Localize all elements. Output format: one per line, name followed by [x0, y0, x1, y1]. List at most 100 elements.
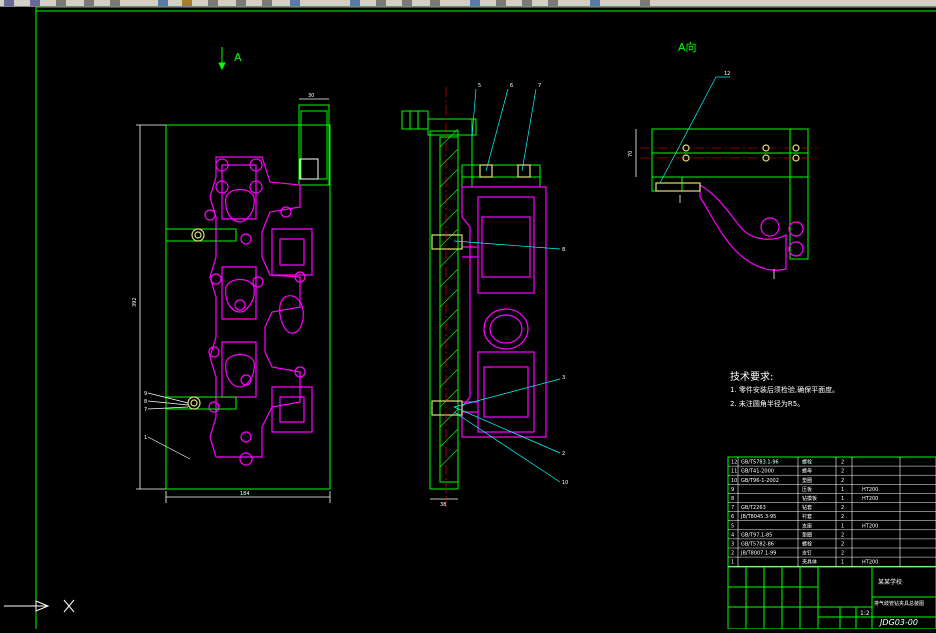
bom-cell-name: 钻套 [802, 504, 812, 511]
bom-cell-qty: 1 [841, 523, 844, 529]
toolbar-button[interactable] [548, 0, 558, 6]
toolbar [0, 0, 936, 7]
toolbar-button[interactable] [4, 0, 14, 6]
drawing-frame [35, 6, 936, 629]
bom-cell-no: 2 [731, 551, 734, 557]
bom-cell-qty: 2 [841, 542, 844, 548]
svg-text:30: 30 [308, 93, 314, 99]
bom-cell-material: HT200 [862, 496, 878, 502]
bom-cell-qty: 2 [841, 514, 844, 520]
svg-text:70: 70 [628, 151, 634, 157]
bom-cell-name: 衬套 [802, 513, 812, 520]
bom-cell-code: JB/T8007.1-99 [740, 551, 776, 557]
svg-text:8: 8 [144, 399, 147, 405]
toolbar-button[interactable] [496, 0, 506, 6]
bom-cell-name: 垫圈 [802, 531, 812, 538]
toolbar-button[interactable] [290, 0, 300, 6]
svg-text:5: 5 [478, 83, 481, 89]
svg-text:392: 392 [132, 297, 138, 307]
title-block-name: 排气歧管钻夹具总装图 [874, 601, 925, 607]
toolbar-button[interactable] [158, 0, 168, 6]
toolbar-button[interactable] [430, 0, 440, 6]
bom-cell-no: 5 [731, 523, 734, 529]
bom-cell-qty: 2 [841, 478, 844, 484]
svg-text:7: 7 [538, 83, 541, 89]
bom-cell-name: 支座 [802, 522, 812, 529]
side-view: 38 5 6 7 8 3 2 10 [401, 83, 568, 508]
bom-cell-qty: 2 [841, 505, 844, 511]
bom-cell-name: 支钉 [802, 550, 812, 557]
bom-cell-material: HT200 [862, 523, 878, 529]
bom-cell-name: 螺栓 [802, 541, 812, 548]
svg-text:1: 1 [144, 435, 147, 441]
bom-cell-qty: 1 [841, 487, 844, 493]
bom-cell-name: 夹具体 [802, 559, 817, 566]
toolbar-button[interactable] [56, 0, 66, 6]
toolbar-button[interactable] [376, 0, 386, 6]
svg-text:2: 2 [562, 451, 565, 457]
bom-cell-material: HT200 [862, 487, 878, 493]
bom-cell-no: 4 [731, 532, 734, 538]
bom-cell-no: 6 [731, 514, 734, 520]
bom-cell-no: 12 [731, 460, 737, 466]
ucs-icon [4, 599, 75, 613]
toolbar-button[interactable] [590, 0, 600, 6]
toolbar-button[interactable] [236, 0, 246, 6]
toolbar-button[interactable] [84, 0, 94, 6]
section-arrow-a [218, 47, 226, 71]
toolbar-button[interactable] [470, 0, 480, 6]
tech-requirement-1: 1. 零件安装后须检验,确保平面度。 [730, 386, 840, 394]
bom-cell-code: GB/T41-2000 [741, 469, 774, 475]
bom-cell-code: GB/T97.1-85 [741, 532, 772, 538]
view-label-a: A向 [678, 41, 697, 54]
bom-cell-qty: 2 [841, 532, 844, 538]
svg-text:6: 6 [510, 83, 513, 89]
toolbar-button[interactable] [30, 0, 40, 6]
front-view: 392 184 30 9 8 7 1 [132, 93, 331, 503]
toolbar-button[interactable] [262, 0, 272, 6]
bom-table: 12 GB/T5783.1-96 螺栓 211 GB/T41-2000 螺母 210 GB/T… [728, 459, 936, 567]
bom-cell-no: 10 [731, 478, 737, 484]
bom-cell-qty: 1 [841, 560, 844, 566]
bom-cell-no: 9 [731, 487, 734, 493]
svg-text:3: 3 [562, 375, 565, 381]
bom-cell-code: GB/T2263 [741, 505, 766, 511]
svg-text:10: 10 [562, 480, 568, 486]
svg-text:7: 7 [144, 407, 147, 413]
bom-cell-name: 垫圈 [802, 477, 812, 484]
bom-cell-material: HT200 [862, 560, 878, 566]
section-label-a: A [234, 51, 242, 64]
bom-cell-name: 螺母 [802, 468, 812, 475]
bom-cell-qty: 2 [841, 460, 844, 466]
tech-requirement-2: 2. 未注圆角半径为R5。 [730, 400, 805, 408]
toolbar-button[interactable] [640, 0, 650, 6]
view-a: 70 12 [628, 71, 820, 279]
svg-text:8: 8 [562, 247, 565, 253]
bom-cell-no: 1 [731, 560, 734, 566]
title-block-scale: 1:2 [860, 610, 870, 617]
toolbar-button[interactable] [182, 0, 192, 6]
toolbar-button[interactable] [208, 0, 218, 6]
toolbar-button[interactable] [402, 0, 412, 6]
bom-cell-code: GB/T96-1-2002 [741, 478, 779, 484]
toolbar-button[interactable] [350, 0, 360, 6]
bom-cell-qty: 2 [841, 469, 844, 475]
bom-cell-name: 钻模板 [802, 495, 817, 502]
bom-cell-name: 压板 [802, 486, 812, 493]
bom-cell-qty: 1 [841, 496, 844, 502]
drawing-svg: 392 184 30 9 8 7 1 38 5 6 7 8 3 2 10 70 … [4, 6, 936, 630]
bom-cell-no: 8 [731, 496, 734, 502]
bom-cell-code: GB/T5783.1-96 [741, 460, 779, 466]
drawing-canvas[interactable]: 392 184 30 9 8 7 1 38 5 6 7 8 3 2 10 70 … [0, 6, 936, 630]
bom-cell-no: 11 [731, 469, 737, 475]
toolbar-button[interactable] [522, 0, 532, 6]
bom-cell-no: 3 [731, 542, 734, 548]
bom-cell-name: 螺栓 [802, 459, 812, 466]
toolbar-button[interactable] [110, 0, 120, 6]
tech-requirements-title: 技术要求: [730, 372, 774, 383]
title-block-drawing-no: JDG03-00 [880, 618, 918, 627]
title-block-org: 某某学校 [878, 579, 903, 586]
svg-text:9: 9 [144, 391, 147, 397]
svg-text:38: 38 [440, 502, 446, 508]
bom-cell-qty: 2 [841, 551, 844, 557]
